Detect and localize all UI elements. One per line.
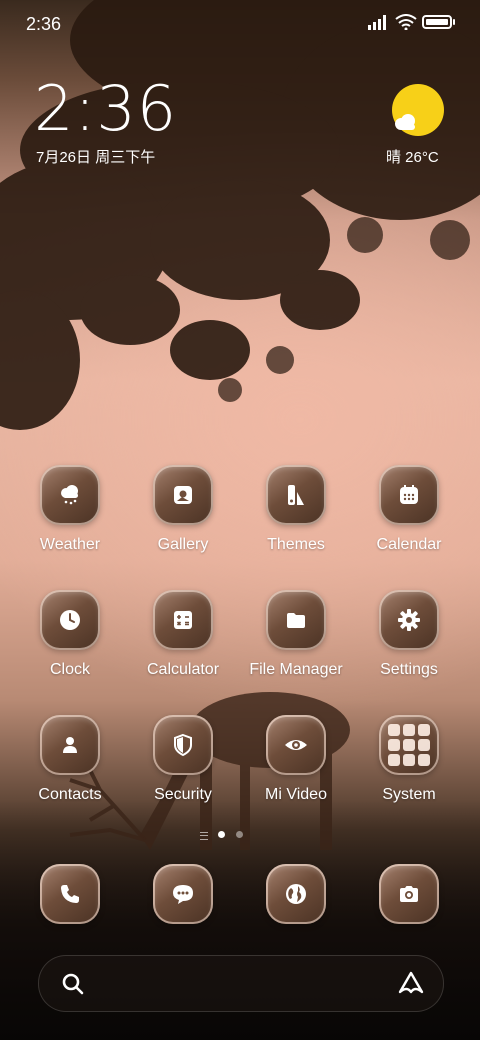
app-security[interactable]: Security bbox=[128, 715, 238, 815]
gear-icon[interactable] bbox=[379, 590, 439, 650]
cloud-icon bbox=[395, 114, 415, 130]
dock-phone[interactable] bbox=[40, 864, 100, 924]
status-time: 2:36 bbox=[26, 14, 62, 34]
app-label: Mi Video bbox=[265, 786, 327, 803]
gallery-icon[interactable] bbox=[153, 465, 213, 525]
home-clock[interactable]: 2:36 bbox=[34, 72, 177, 145]
page-dot-active bbox=[218, 831, 225, 838]
app-label: Calculator bbox=[146, 661, 220, 678]
search-icon[interactable] bbox=[61, 972, 85, 996]
wallpaper-tree bbox=[0, 0, 480, 430]
app-folder-icon[interactable] bbox=[379, 715, 439, 775]
app-label: Security bbox=[154, 786, 212, 803]
camera-icon[interactable] bbox=[379, 864, 439, 924]
app-gallery[interactable]: Gallery bbox=[128, 465, 238, 565]
calculator-icon[interactable] bbox=[153, 590, 213, 650]
app-weather[interactable]: Weather bbox=[15, 465, 125, 565]
app-label: Weather bbox=[39, 536, 101, 553]
weather-cloud-icon[interactable] bbox=[40, 465, 100, 525]
app-label: System bbox=[382, 786, 436, 803]
app-label: File Manager bbox=[249, 661, 343, 678]
search-bar[interactable] bbox=[38, 955, 444, 1012]
app-clock[interactable]: Clock bbox=[15, 590, 125, 690]
app-label: Contacts bbox=[38, 786, 102, 803]
app-label: Calendar bbox=[376, 536, 442, 553]
dock-camera[interactable] bbox=[379, 864, 439, 924]
app-settings[interactable]: Settings bbox=[354, 590, 464, 690]
home-date[interactable]: 7月26日 周三下午 bbox=[36, 146, 155, 167]
app-folder-system[interactable]: System bbox=[354, 715, 464, 815]
app-label: Gallery bbox=[157, 536, 209, 553]
folder-icon[interactable] bbox=[266, 590, 326, 650]
themes-icon[interactable] bbox=[266, 465, 326, 525]
eye-icon[interactable] bbox=[266, 715, 326, 775]
assistant-icon[interactable] bbox=[397, 970, 425, 996]
app-mi-video[interactable]: Mi Video bbox=[241, 715, 351, 815]
messages-icon[interactable] bbox=[153, 864, 213, 924]
shield-icon[interactable] bbox=[153, 715, 213, 775]
dock-messages[interactable] bbox=[153, 864, 213, 924]
app-contacts[interactable]: Contacts bbox=[15, 715, 125, 815]
browser-globe-icon[interactable] bbox=[266, 864, 326, 924]
wifi-icon bbox=[395, 14, 417, 30]
app-drawer-indicator bbox=[200, 832, 208, 840]
app-calendar[interactable]: Calendar bbox=[354, 465, 464, 565]
app-calculator[interactable]: Calculator bbox=[128, 590, 238, 690]
dock-browser[interactable] bbox=[266, 864, 326, 924]
battery-icon bbox=[422, 15, 452, 29]
battery-tip bbox=[453, 19, 455, 25]
app-file-manager[interactable]: File Manager bbox=[241, 590, 351, 690]
app-label: Settings bbox=[380, 661, 438, 678]
app-themes[interactable]: Themes bbox=[241, 465, 351, 565]
app-label: Clock bbox=[49, 661, 90, 678]
page-dot bbox=[236, 831, 243, 838]
signal-icon bbox=[368, 15, 386, 30]
phone-icon[interactable] bbox=[40, 864, 100, 924]
weather-summary[interactable]: 晴 26°C bbox=[386, 146, 439, 167]
status-bar: 2:36 bbox=[0, 0, 480, 50]
app-label: Themes bbox=[267, 536, 325, 553]
page-indicator[interactable] bbox=[200, 829, 260, 841]
folder-preview bbox=[388, 724, 430, 766]
clock-icon[interactable] bbox=[40, 590, 100, 650]
calendar-icon[interactable] bbox=[379, 465, 439, 525]
person-icon[interactable] bbox=[40, 715, 100, 775]
